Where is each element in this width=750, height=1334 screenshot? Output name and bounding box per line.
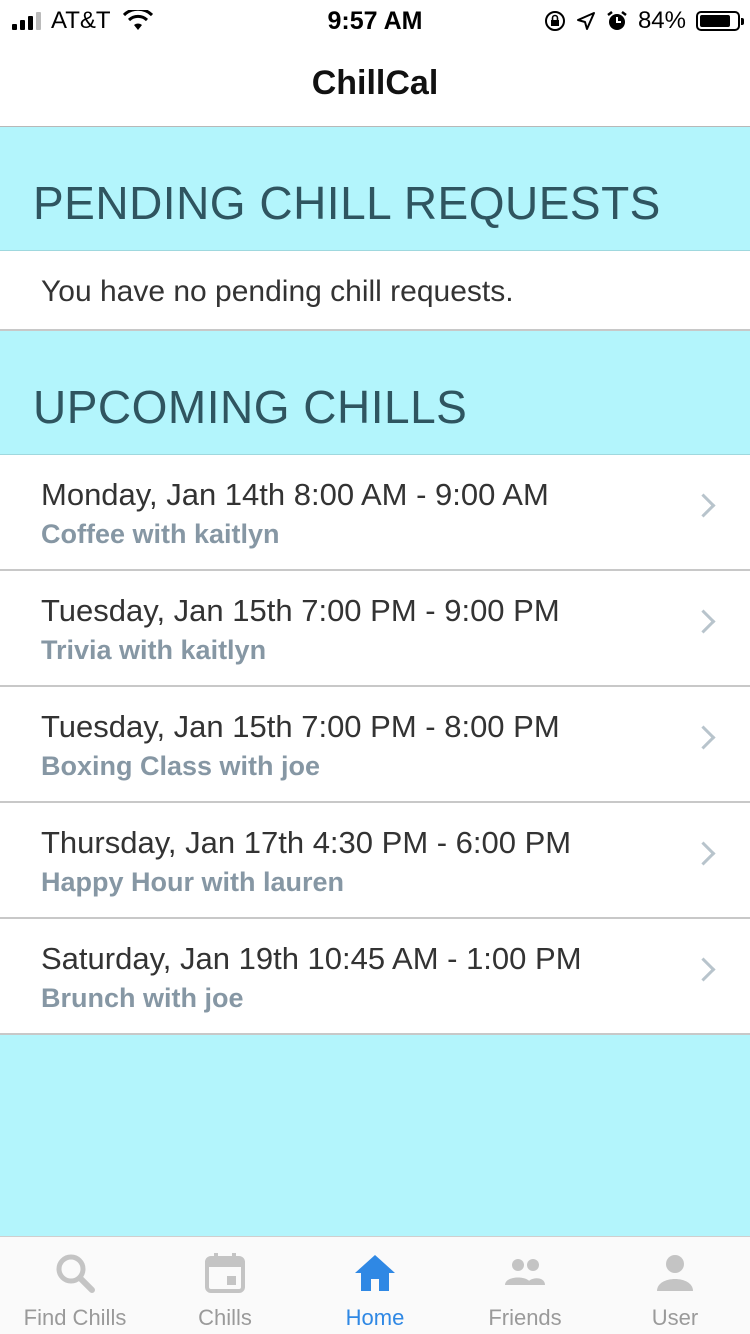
upcoming-chills-title: UPCOMING CHILLS (33, 381, 468, 433)
pending-requests-title: PENDING CHILL REQUESTS (33, 177, 661, 229)
chill-time: Tuesday, Jan 15th 7:00 PM - 9:00 PM (41, 593, 560, 628)
chill-row[interactable]: Saturday, Jan 19th 10:45 AM - 1:00 PM Br… (0, 919, 750, 1035)
chill-title: Boxing Class with joe (41, 751, 321, 781)
chevron-right-icon (691, 493, 716, 518)
pending-requests-header: PENDING CHILL REQUESTS (0, 127, 750, 251)
location-icon (576, 12, 595, 30)
chill-title: Brunch with joe (41, 983, 244, 1013)
tab-friends[interactable]: Friends (450, 1237, 600, 1334)
chill-row[interactable]: Thursday, Jan 17th 4:30 PM - 6:00 PM Hap… (0, 803, 750, 919)
tab-label: User (651, 1305, 699, 1330)
battery-percent: 84% (637, 7, 686, 34)
pending-empty-text: You have no pending chill requests. (41, 275, 514, 308)
upcoming-chills-header: UPCOMING CHILLS (0, 331, 750, 455)
search-icon (56, 1254, 95, 1293)
friends-icon (505, 1259, 545, 1285)
tab-chills[interactable]: Chills (150, 1237, 300, 1334)
status-bar: AT&T 9:57 AM 84% (0, 0, 750, 40)
tab-label: Friends (488, 1305, 562, 1330)
chill-title: Coffee with kaitlyn (41, 519, 280, 549)
tab-user[interactable]: User (600, 1237, 750, 1334)
chill-time: Thursday, Jan 17th 4:30 PM - 6:00 PM (41, 825, 572, 860)
battery-icon (696, 11, 744, 31)
user-icon (657, 1255, 693, 1291)
tab-label: Find Chills (23, 1305, 127, 1330)
chill-row[interactable]: Tuesday, Jan 15th 7:00 PM - 9:00 PM Triv… (0, 571, 750, 687)
chill-row[interactable]: Tuesday, Jan 15th 7:00 PM - 8:00 PM Boxi… (0, 687, 750, 803)
chevron-right-icon (691, 957, 716, 982)
alarm-icon (607, 11, 627, 30)
tab-find-chills[interactable]: Find Chills (0, 1237, 150, 1334)
tab-home[interactable]: Home (300, 1237, 450, 1334)
calendar-icon (205, 1253, 245, 1293)
chill-time: Monday, Jan 14th 8:00 AM - 9:00 AM (41, 477, 549, 512)
tab-bar: Find Chills Chills Home Friends User (0, 1236, 750, 1334)
chill-title: Trivia with kaitlyn (41, 635, 267, 665)
chill-row[interactable]: Monday, Jan 14th 8:00 AM - 9:00 AM Coffe… (0, 455, 750, 571)
chill-title: Happy Hour with lauren (41, 867, 345, 897)
tab-label: Home (345, 1305, 405, 1330)
chevron-right-icon (691, 609, 716, 634)
home-icon (355, 1255, 395, 1291)
chill-time: Saturday, Jan 19th 10:45 AM - 1:00 PM (41, 941, 582, 976)
page-title: ChillCal (311, 64, 439, 102)
orientation-lock-icon (544, 11, 565, 31)
tab-label: Chills (198, 1305, 252, 1330)
pending-empty-row: You have no pending chill requests. (0, 251, 750, 331)
chill-time: Tuesday, Jan 15th 7:00 PM - 8:00 PM (41, 709, 560, 744)
chevron-right-icon (691, 725, 716, 750)
navigation-bar: ChillCal (0, 40, 750, 127)
chevron-right-icon (691, 841, 716, 866)
